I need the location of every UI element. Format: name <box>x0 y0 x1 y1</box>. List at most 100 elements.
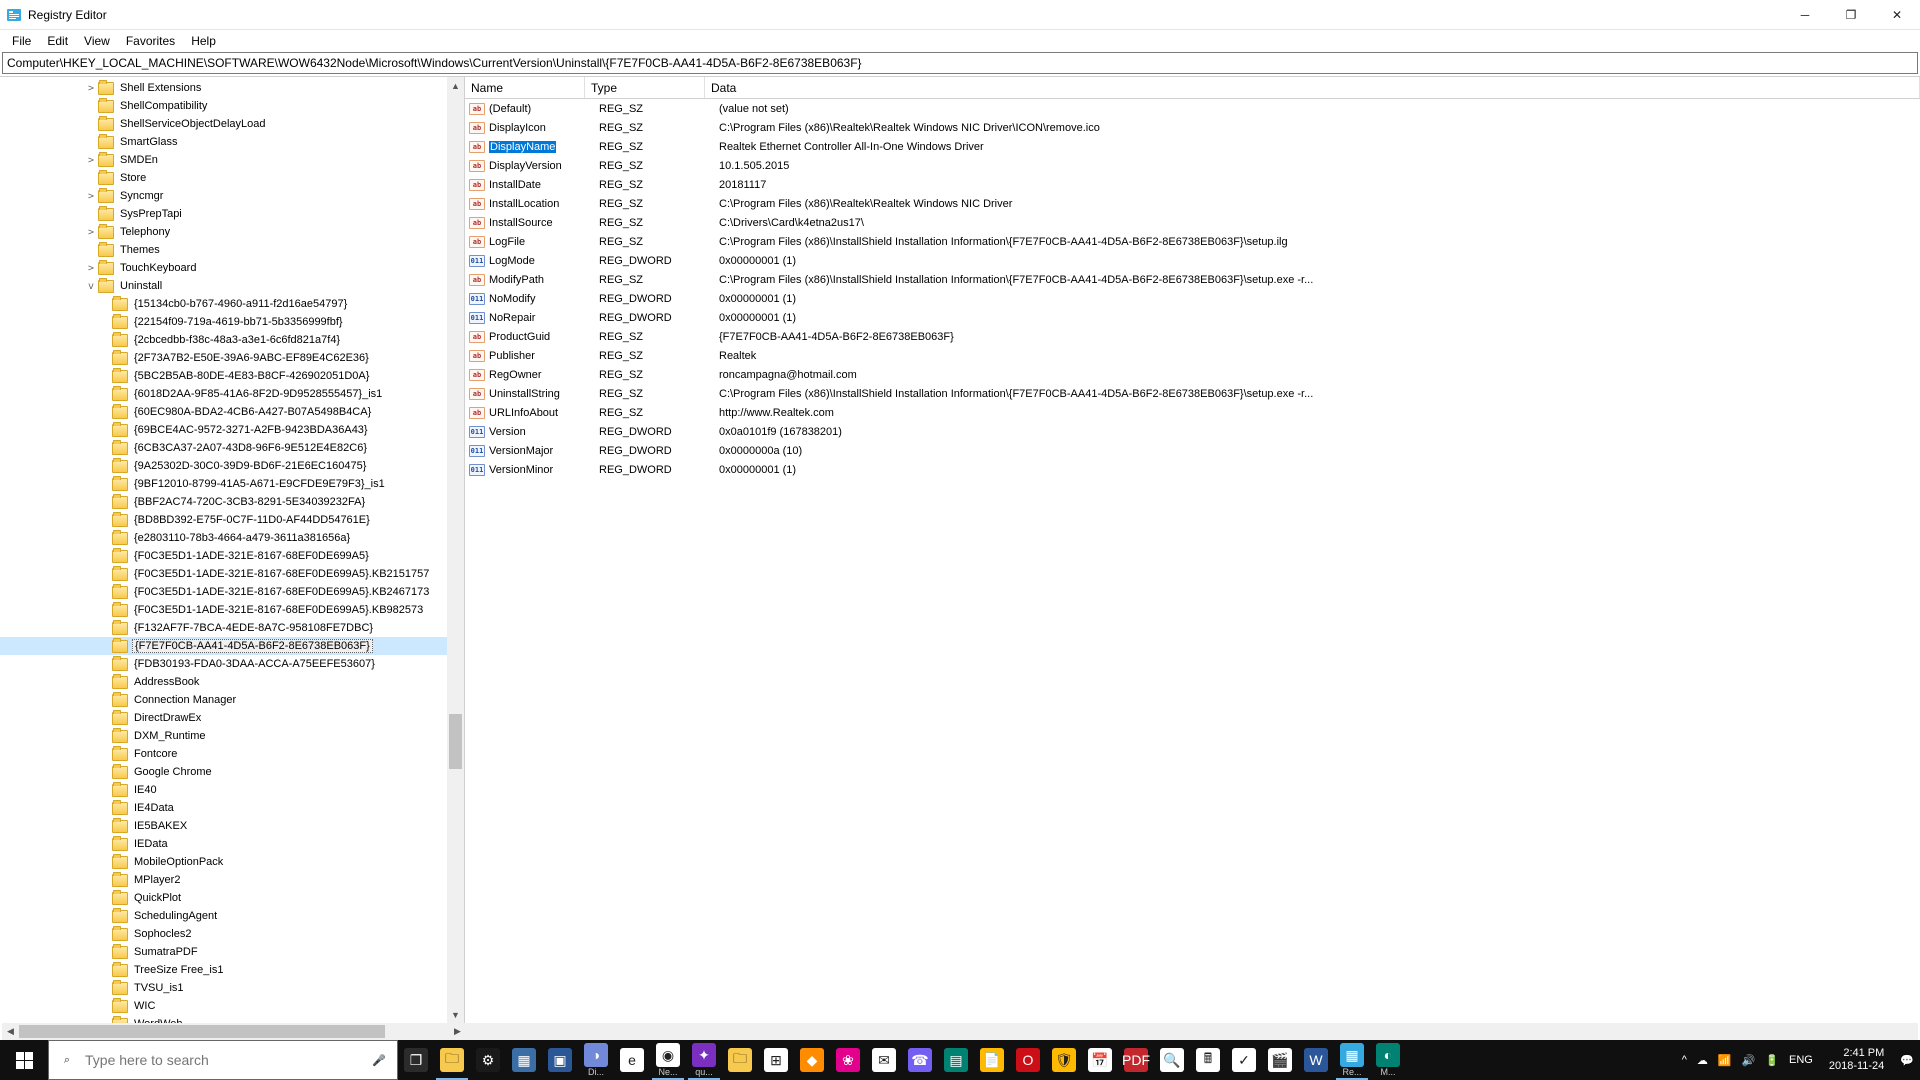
col-type[interactable]: Type <box>585 77 705 98</box>
taskbar-pdf[interactable]: PDF <box>1118 1040 1154 1080</box>
value-row[interactable]: 011VersionREG_DWORD0x0a0101f9 (167838201… <box>465 422 1920 441</box>
tree-node[interactable]: TVSU_is1 <box>0 979 464 997</box>
tree-node[interactable]: {F0C3E5D1-1ADE-321E-8167-68EF0DE699A5}.K… <box>0 565 464 583</box>
tree-node[interactable]: MobileOptionPack <box>0 853 464 871</box>
taskbar-notes[interactable]: 📄 <box>974 1040 1010 1080</box>
tree-node[interactable]: QuickPlot <box>0 889 464 907</box>
value-row[interactable]: abDisplayIconREG_SZC:\Program Files (x86… <box>465 118 1920 137</box>
tree-node[interactable]: WIC <box>0 997 464 1015</box>
tree-node[interactable]: SysPrepTapi <box>0 205 464 223</box>
tree-node[interactable]: {FDB30193-FDA0-3DAA-ACCA-A75EEFE53607} <box>0 655 464 673</box>
taskbar-movie[interactable]: 🎬 <box>1262 1040 1298 1080</box>
tree-node[interactable]: >TouchKeyboard <box>0 259 464 277</box>
value-row[interactable]: abInstallSourceREG_SZC:\Drivers\Card\k4e… <box>465 213 1920 232</box>
tree-node[interactable]: {5BC2B5AB-80DE-4E83-B8CF-426902051D0A} <box>0 367 464 385</box>
taskbar-app-generic-2[interactable]: ▣ <box>542 1040 578 1080</box>
taskbar-calendar[interactable]: 📅 <box>1082 1040 1118 1080</box>
taskbar-app-generic-1[interactable]: ▦ <box>506 1040 542 1080</box>
taskbar-security[interactable]: 🛡 <box>1046 1040 1082 1080</box>
taskbar-app-purple[interactable]: ✦qu... <box>686 1040 722 1080</box>
tree-node[interactable]: {F0C3E5D1-1ADE-321E-8167-68EF0DE699A5} <box>0 547 464 565</box>
expander-icon[interactable]: > <box>84 227 98 238</box>
tree-vscrollbar[interactable]: ▲ ▼ <box>447 77 464 1023</box>
value-row[interactable]: abInstallDateREG_SZ20181117 <box>465 175 1920 194</box>
value-row[interactable]: ab(Default)REG_SZ(value not set) <box>465 99 1920 118</box>
taskbar-edge[interactable]: e <box>614 1040 650 1080</box>
expander-icon[interactable]: > <box>84 83 98 94</box>
taskbar-magnify[interactable]: 🔍 <box>1154 1040 1190 1080</box>
minimize-button[interactable]: ─ <box>1782 0 1828 29</box>
value-row[interactable]: abUninstallStringREG_SZC:\Program Files … <box>465 384 1920 403</box>
tree-node[interactable]: IE4Data <box>0 799 464 817</box>
tree-node[interactable]: IEData <box>0 835 464 853</box>
tree-node[interactable]: SchedulingAgent <box>0 907 464 925</box>
value-row[interactable]: abRegOwnerREG_SZroncampagna@hotmail.com <box>465 365 1920 384</box>
tray-language[interactable]: ENG <box>1789 1054 1813 1066</box>
tree-node[interactable]: >Syncmgr <box>0 187 464 205</box>
tree-node[interactable]: {15134cb0-b767-4960-a911-f2d16ae54797} <box>0 295 464 313</box>
menu-view[interactable]: View <box>76 32 118 50</box>
tree-node[interactable]: {F132AF7F-7BCA-4EDE-8A7C-958108FE7DBC} <box>0 619 464 637</box>
list-header[interactable]: Name Type Data <box>465 77 1920 99</box>
value-row[interactable]: 011NoModifyREG_DWORD0x00000001 (1) <box>465 289 1920 308</box>
tree-node[interactable]: {2cbcedbb-f38c-48a3-a3e1-6c6fd821a7f4} <box>0 331 464 349</box>
tree-node[interactable]: {F0C3E5D1-1ADE-321E-8167-68EF0DE699A5}.K… <box>0 601 464 619</box>
search-box[interactable]: ⌕ 🎤 <box>48 1040 398 1080</box>
tray-volume-icon[interactable]: 🔊 <box>1742 1054 1756 1067</box>
taskbar-files[interactable]: 🗀 <box>722 1040 758 1080</box>
tree-node[interactable]: AddressBook <box>0 673 464 691</box>
tray-network-icon[interactable]: 📶 <box>1718 1054 1732 1067</box>
tree-node[interactable]: {BD8BD392-E75F-0C7F-11D0-AF44DD54761E} <box>0 511 464 529</box>
tree-node[interactable]: {6CB3CA37-2A07-43D8-96F6-9E512E4E82C6} <box>0 439 464 457</box>
taskbar-file-explorer[interactable]: 🗀 <box>434 1040 470 1080</box>
tree-hscrollbar[interactable]: ◀ ▶ <box>2 1023 1918 1040</box>
tree-node[interactable]: {e2803110-78b3-4664-a479-3611a381656a} <box>0 529 464 547</box>
taskbar-app-teal[interactable]: ▤ <box>938 1040 974 1080</box>
value-row[interactable]: abDisplayVersionREG_SZ10.1.505.2015 <box>465 156 1920 175</box>
tree-node[interactable]: SumatraPDF <box>0 943 464 961</box>
menu-favorites[interactable]: Favorites <box>118 32 183 50</box>
value-row[interactable]: abModifyPathREG_SZC:\Program Files (x86)… <box>465 270 1920 289</box>
tree-node[interactable]: Sophocles2 <box>0 925 464 943</box>
tree-node[interactable]: Connection Manager <box>0 691 464 709</box>
tree-node[interactable]: {22154f09-719a-4619-bb71-5b3356999fbf} <box>0 313 464 331</box>
taskbar-task-view[interactable]: ❐ <box>398 1040 434 1080</box>
expander-icon[interactable]: v <box>84 281 98 292</box>
col-name[interactable]: Name <box>465 77 585 98</box>
tree-node[interactable]: Store <box>0 169 464 187</box>
values-panel[interactable]: Name Type Data ab(Default)REG_SZ(value n… <box>465 77 1920 1023</box>
address-bar[interactable]: Computer\HKEY_LOCAL_MACHINE\SOFTWARE\WOW… <box>2 52 1918 74</box>
taskbar-settings[interactable]: ⚙ <box>470 1040 506 1080</box>
value-row[interactable]: abDisplayNameREG_SZRealtek Ethernet Cont… <box>465 137 1920 156</box>
taskbar-app-orange[interactable]: ◆ <box>794 1040 830 1080</box>
tree-node[interactable]: {2F73A7B2-E50E-39A6-9ABC-EF89E4C62E36} <box>0 349 464 367</box>
value-row[interactable]: abInstallLocationREG_SZC:\Program Files … <box>465 194 1920 213</box>
taskbar-chrome[interactable]: ◉Ne... <box>650 1040 686 1080</box>
value-row[interactable]: 011NoRepairREG_DWORD0x00000001 (1) <box>465 308 1920 327</box>
taskbar-mail[interactable]: ✉ <box>866 1040 902 1080</box>
taskbar-calculator[interactable]: 🖩 <box>1190 1040 1226 1080</box>
value-row[interactable]: 011LogModeREG_DWORD0x00000001 (1) <box>465 251 1920 270</box>
tray-onedrive-icon[interactable]: ☁ <box>1697 1054 1708 1067</box>
taskbar-store[interactable]: ⊞ <box>758 1040 794 1080</box>
tree-node[interactable]: {9A25302D-30C0-39D9-BD6F-21E6EC160475} <box>0 457 464 475</box>
tree-node[interactable]: TreeSize Free_is1 <box>0 961 464 979</box>
tree-node[interactable]: >Telephony <box>0 223 464 241</box>
tray-notifications-icon[interactable]: 💬 <box>1900 1054 1914 1067</box>
value-row[interactable]: abURLInfoAboutREG_SZhttp://www.Realtek.c… <box>465 403 1920 422</box>
taskbar-regedit[interactable]: ▦Re... <box>1334 1040 1370 1080</box>
menu-edit[interactable]: Edit <box>39 32 76 50</box>
tree-node[interactable]: ShellServiceObjectDelayLoad <box>0 115 464 133</box>
tree-node[interactable]: {F7E7F0CB-AA41-4D5A-B6F2-8E6738EB063F} <box>0 637 464 655</box>
taskbar-app-teal2[interactable]: ◐M... <box>1370 1040 1406 1080</box>
tree-node[interactable]: Themes <box>0 241 464 259</box>
tree-node[interactable]: SmartGlass <box>0 133 464 151</box>
tree-node[interactable]: {6018D2AA-9F85-41A6-8F2D-9D9528555457}_i… <box>0 385 464 403</box>
taskbar-app-pink[interactable]: ❀ <box>830 1040 866 1080</box>
value-row[interactable]: abProductGuidREG_SZ{F7E7F0CB-AA41-4D5A-B… <box>465 327 1920 346</box>
taskbar-todo[interactable]: ✓ <box>1226 1040 1262 1080</box>
tree-node[interactable]: DirectDrawEx <box>0 709 464 727</box>
tree-node[interactable]: {69BCE4AC-9572-3271-A2FB-9423BDA36A43} <box>0 421 464 439</box>
tree-node[interactable]: DXM_Runtime <box>0 727 464 745</box>
value-row[interactable]: abLogFileREG_SZC:\Program Files (x86)\In… <box>465 232 1920 251</box>
